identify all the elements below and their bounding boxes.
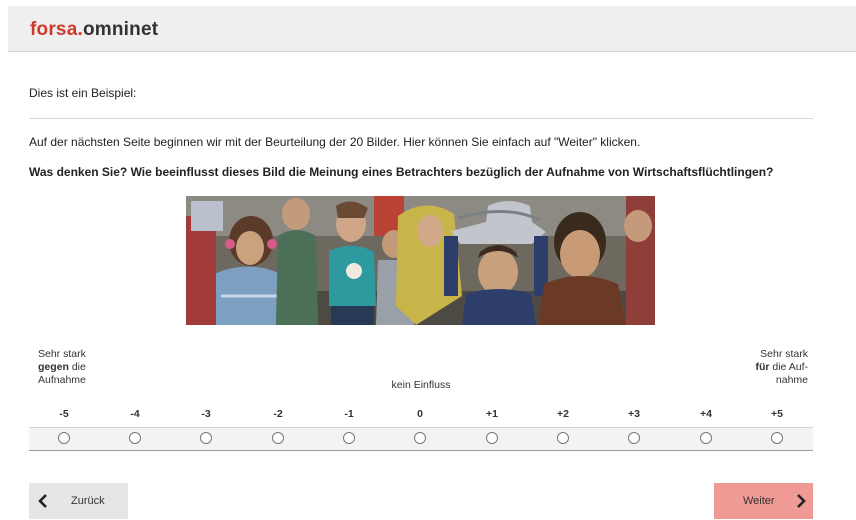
scale-value-plus5: +5 xyxy=(771,408,783,420)
scale-value-plus1: +1 xyxy=(486,408,498,420)
header-bar: forsa.omninet xyxy=(8,6,856,52)
right-label-bold: für xyxy=(755,361,770,373)
intro-text: Dies ist ein Beispiel: xyxy=(29,86,137,100)
scale-value-minus3: -3 xyxy=(201,408,211,420)
left-label-bold: gegen xyxy=(38,361,69,373)
scale-value-0: 0 xyxy=(417,408,423,420)
scale-value-plus4: +4 xyxy=(700,408,712,420)
rating-radio-minus1[interactable] xyxy=(343,432,355,444)
rating-radio-minus2[interactable] xyxy=(272,432,284,444)
chevron-right-icon xyxy=(795,494,807,513)
left-label-rest: die xyxy=(68,361,86,373)
rating-radio-plus4[interactable] xyxy=(700,432,712,444)
logo-part-omninet: omninet xyxy=(82,19,159,40)
right-label-line1: Sehr stark xyxy=(760,348,808,360)
left-label-line1: Sehr stark xyxy=(38,348,86,360)
rating-radio-minus5[interactable] xyxy=(58,432,70,444)
back-button[interactable]: Zurück xyxy=(29,483,128,519)
scale-value-plus3: +3 xyxy=(628,408,640,420)
scale-value-minus5: -5 xyxy=(59,408,69,420)
forsa-omninet-logo: forsa.omninet xyxy=(30,19,158,41)
rating-radio-minus3[interactable] xyxy=(200,432,212,444)
rating-radio-plus1[interactable] xyxy=(486,432,498,444)
logo-part-forsa: forsa. xyxy=(30,19,83,40)
scale-value-plus2: +2 xyxy=(557,408,569,420)
scale-value-minus4: -4 xyxy=(130,408,140,420)
rating-radio-plus5[interactable] xyxy=(771,432,783,444)
left-label-line3: Aufnahme xyxy=(38,374,86,386)
rating-radio-plus3[interactable] xyxy=(628,432,640,444)
rating-radio-0[interactable] xyxy=(414,432,426,444)
scale-value-minus2: -2 xyxy=(273,408,283,420)
next-button-label: Weiter xyxy=(743,495,775,507)
divider xyxy=(29,118,813,119)
question-text: Was denken Sie? Wie beeinflusst dieses B… xyxy=(29,165,774,179)
back-button-label: Zurück xyxy=(71,495,105,507)
instruction-text: Auf der nächsten Seite beginnen wir mit … xyxy=(29,135,641,149)
next-button[interactable]: Weiter xyxy=(714,483,813,519)
chevron-left-icon xyxy=(37,494,49,513)
rating-radio-plus2[interactable] xyxy=(557,432,569,444)
right-label-line3: nahme xyxy=(775,374,808,386)
right-label-rest: die Auf- xyxy=(769,361,808,373)
refugee-children-photo xyxy=(186,196,655,325)
scale-right-label: Sehr stark für die Auf- nahme xyxy=(732,348,808,387)
rating-radio-minus4[interactable] xyxy=(129,432,141,444)
scale-left-label: Sehr stark gegen die Aufnahme xyxy=(38,348,108,387)
scale-value-minus1: -1 xyxy=(344,408,354,420)
scale-center-label: kein Einfluss xyxy=(391,379,451,391)
